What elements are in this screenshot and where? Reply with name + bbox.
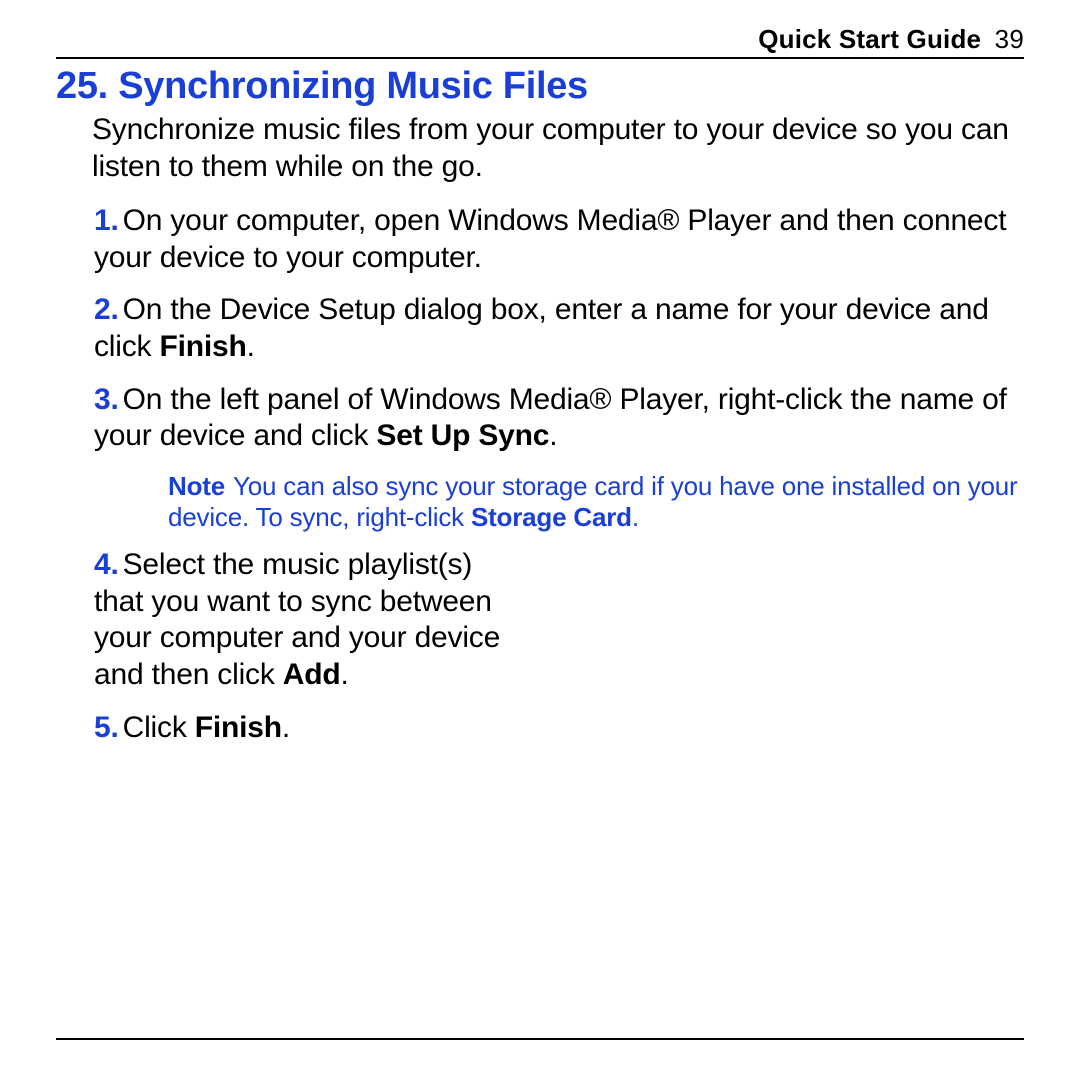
page-header: Quick Start Guide 39 [56, 24, 1024, 59]
step-text-post: . [341, 658, 349, 691]
step-text: On your computer, open Windows Media® Pl… [94, 204, 1006, 274]
step-text-post: . [282, 711, 290, 744]
section-heading: 25. Synchronizing Music Files [56, 65, 1024, 108]
section-intro: Synchronize music files from your comput… [92, 112, 1024, 185]
note-bold: Storage Card [471, 502, 632, 532]
step-4: 4.Select the music playlist(s) that you … [94, 547, 502, 693]
note-label: Note [168, 471, 225, 501]
step-text-pre: Click [123, 711, 195, 744]
step-3: 3.On the left panel of Windows Media® Pl… [94, 382, 1024, 455]
step-number: 1. [94, 204, 119, 237]
step-bold: Finish [195, 711, 282, 744]
guide-title: Quick Start Guide [758, 24, 981, 54]
step-bold: Set Up Sync [376, 419, 549, 452]
section-number: 25. [56, 65, 108, 107]
step-text-post: . [247, 330, 255, 363]
step-1: 1.On your computer, open Windows Media® … [94, 203, 1024, 276]
step-number: 2. [94, 293, 119, 326]
page-number: 39 [995, 24, 1024, 54]
header-line: Quick Start Guide 39 [56, 24, 1024, 55]
step-number: 3. [94, 383, 119, 416]
step-number: 4. [94, 548, 119, 581]
footer-rule [56, 1038, 1024, 1040]
note-block: NoteYou can also sync your storage card … [168, 471, 1024, 533]
step-bold: Add [283, 658, 341, 691]
step-text-post: . [549, 419, 557, 452]
step-5: 5.Click Finish. [94, 710, 1024, 747]
document-page: Quick Start Guide 39 25. Synchronizing M… [0, 0, 1080, 1080]
section-title: Synchronizing Music Files [118, 65, 588, 107]
step-bold: Finish [159, 330, 246, 363]
note-text-post: . [632, 502, 639, 532]
step-number: 5. [94, 711, 119, 744]
step-list: 1.On your computer, open Windows Media® … [94, 203, 1024, 746]
step-2: 2.On the Device Setup dialog box, enter … [94, 292, 1024, 365]
